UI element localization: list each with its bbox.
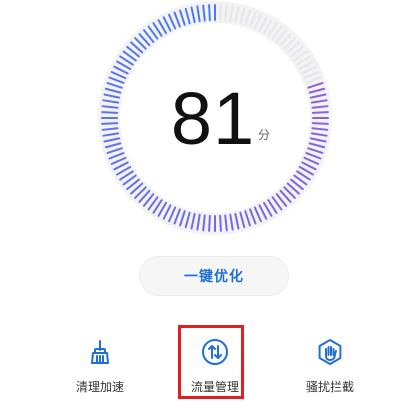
gauge-tick-active [311,122,329,125]
hand-shield-icon [318,339,342,365]
harassment-block-label: 骚扰拦截 [305,380,354,394]
gauge-tick-inactive [219,4,222,22]
gauge-tick-active [101,111,119,114]
cleanup-accelerate-label: 清理加速 [75,380,124,394]
gauge-tick-active [101,122,119,125]
gauge-tick-active [208,214,211,232]
gauge-tick-active [208,4,211,22]
score-unit: 分 [258,128,271,142]
score-value: 81 [170,77,256,160]
gauge-tick-active [219,214,222,232]
one-click-optimize-button[interactable]: 一键优化 [139,256,289,296]
cleanup-accelerate-button[interactable]: 清理加速 [60,338,140,395]
highlight-box [178,325,244,399]
broom-icon [91,340,109,364]
gauge-tick-active [311,111,329,114]
harassment-block-button[interactable]: 骚扰拦截 [290,338,370,395]
